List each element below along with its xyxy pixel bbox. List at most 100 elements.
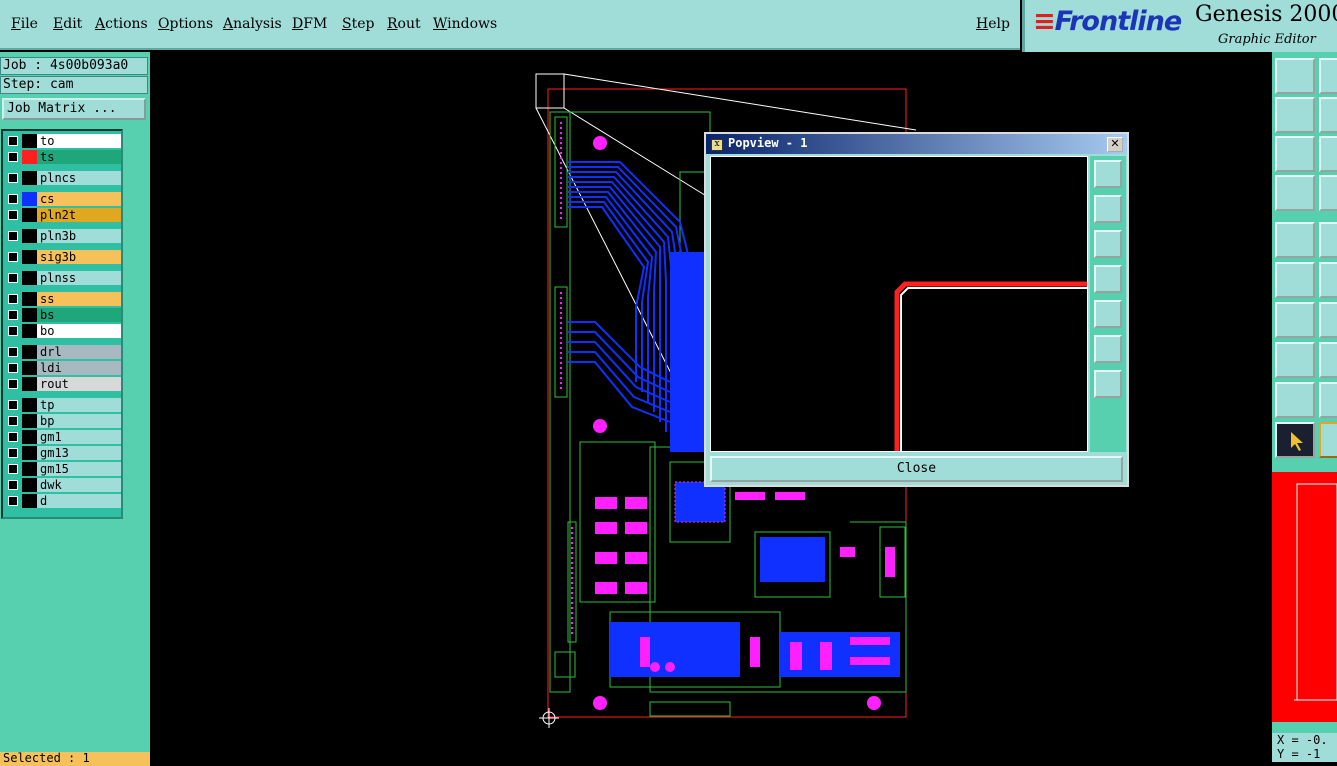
layer-row-tp[interactable]: tp — [5, 398, 121, 412]
menu-file[interactable]: File — [11, 16, 38, 32]
layer-row-bo[interactable]: bo — [5, 324, 121, 338]
add-line-tool-icon[interactable] — [1319, 222, 1337, 258]
layer-checkbox[interactable] — [8, 231, 18, 241]
layer-color-swatch — [22, 208, 37, 222]
pan-left-tool-icon[interactable] — [1275, 97, 1315, 133]
layer-checkbox[interactable] — [8, 326, 18, 336]
zoom-fit-tool-icon[interactable] — [1275, 136, 1315, 172]
layer-checkbox[interactable] — [8, 152, 18, 162]
layer-row-rout[interactable]: rout — [5, 377, 121, 391]
layer-row-plnss[interactable]: plnss — [5, 271, 121, 285]
layer-checkbox[interactable] — [8, 310, 18, 320]
layer-row-bs[interactable]: bs — [5, 308, 121, 322]
layer-checkbox[interactable] — [8, 294, 18, 304]
pan-left-icon[interactable] — [1094, 265, 1122, 293]
layer-checkbox[interactable] — [8, 273, 18, 283]
polygon-tool-icon[interactable] — [1319, 382, 1337, 418]
brand-header: ≡Frontline Genesis 2000 Graphic Editor — [1022, 0, 1337, 52]
popview-titlebar[interactable]: x Popview - 1 ✕ — [706, 134, 1127, 154]
popview-close-button[interactable]: Close — [710, 456, 1123, 482]
layer-checkbox[interactable] — [8, 464, 18, 474]
layer-checkbox[interactable] — [8, 210, 18, 220]
menu-actions[interactable]: Actions — [95, 16, 148, 32]
popview-canvas[interactable] — [710, 156, 1088, 452]
pan-down-icon[interactable] — [1094, 230, 1122, 258]
layer-checkbox[interactable] — [8, 400, 18, 410]
menu-edit[interactable]: Edit — [53, 16, 82, 32]
select-box-icon[interactable] — [1319, 422, 1337, 458]
layer-row-dwk[interactable]: dwk — [5, 478, 121, 492]
pan-right-tool-icon[interactable] — [1319, 97, 1337, 133]
connect-pads-tool-icon[interactable] — [1275, 262, 1315, 298]
triangle-tool-icon[interactable] — [1275, 382, 1315, 418]
layer-row-pln2t[interactable]: pln2t — [5, 208, 121, 222]
close-icon[interactable]: ✕ — [1107, 137, 1123, 152]
layer-checkbox[interactable] — [8, 416, 18, 426]
menu-windows[interactable]: Windows — [433, 16, 497, 32]
zoom-out-icon[interactable] — [1094, 370, 1122, 398]
layer-row-plncs[interactable]: plncs — [5, 171, 121, 185]
layer-row-gm15[interactable]: gm15 — [5, 462, 121, 476]
angle-tool-icon[interactable] — [1275, 302, 1315, 338]
layer-checkbox[interactable] — [8, 194, 18, 204]
layer-row-gm1[interactable]: gm1 — [5, 430, 121, 444]
layer-name: to — [37, 134, 121, 148]
layer-row-ss[interactable]: ss — [5, 292, 121, 306]
layer-row-d[interactable]: d — [5, 494, 121, 508]
popview-window: x Popview - 1 ✕ Close — [704, 132, 1129, 487]
pad-tool-icon[interactable] — [1275, 342, 1315, 378]
job-matrix-button[interactable]: Job Matrix ... — [2, 98, 146, 120]
layer-checkbox[interactable] — [8, 379, 18, 389]
layer-checkbox[interactable] — [8, 448, 18, 458]
snap-tool-icon[interactable] — [1275, 222, 1315, 258]
line-tool-icon[interactable] — [1319, 342, 1337, 378]
step-label: Step: cam — [0, 76, 148, 94]
arc-tool-icon[interactable] — [1319, 302, 1337, 338]
layer-checkbox[interactable] — [8, 432, 18, 442]
layer-row-cs[interactable]: cs — [5, 192, 121, 206]
layer-name: bs — [37, 308, 121, 322]
layer-checkbox[interactable] — [8, 347, 18, 357]
layer-checkbox[interactable] — [8, 173, 18, 183]
layer-row-drl[interactable]: drl — [5, 345, 121, 359]
layer-row-bp[interactable]: bp — [5, 414, 121, 428]
select-arrow-icon[interactable] — [1275, 422, 1315, 458]
layer-checkbox[interactable] — [8, 363, 18, 373]
layer-color-swatch — [22, 414, 37, 428]
pan-up-tool-icon[interactable] — [1275, 58, 1315, 94]
grid-tool-icon[interactable] — [1319, 175, 1337, 211]
pan-up-alt-tool-icon[interactable] — [1319, 58, 1337, 94]
overview-map[interactable] — [1272, 472, 1337, 722]
layer-name: bo — [37, 324, 121, 338]
menu-rout[interactable]: Rout — [387, 16, 421, 32]
menu-analysis[interactable]: Analysis — [223, 16, 282, 32]
pan-up-icon[interactable] — [1094, 195, 1122, 223]
layer-name: ldi — [37, 361, 121, 375]
zoom-in-icon[interactable] — [1094, 335, 1122, 363]
layer-name: rout — [37, 377, 121, 391]
menu-help[interactable]: Help — [976, 16, 1010, 32]
cut-tool-icon[interactable] — [1319, 262, 1337, 298]
pan-right-icon[interactable] — [1094, 300, 1122, 328]
layer-checkbox[interactable] — [8, 480, 18, 490]
layer-row-ldi[interactable]: ldi — [5, 361, 121, 375]
zoom-home-icon[interactable] — [1094, 160, 1122, 188]
layer-row-sig3b[interactable]: sig3b — [5, 250, 121, 264]
layer-color-swatch — [22, 462, 37, 476]
zoom-window-tool-icon[interactable] — [1319, 136, 1337, 172]
menu-dfm[interactable]: DFM — [292, 16, 327, 32]
layer-row-gm13[interactable]: gm13 — [5, 446, 121, 460]
menu-options[interactable]: Options — [158, 16, 213, 32]
measure-tool-icon[interactable] — [1275, 175, 1315, 211]
layer-color-swatch — [22, 250, 37, 264]
layer-checkbox[interactable] — [8, 136, 18, 146]
menu-step[interactable]: Step — [342, 16, 374, 32]
layer-checkbox[interactable] — [8, 252, 18, 262]
layer-row-ts[interactable]: ts — [5, 150, 121, 164]
layer-row-pln3b[interactable]: pln3b — [5, 229, 121, 243]
cursor-coordinates: X = -0. Y = -1 — [1272, 733, 1337, 762]
layer-name: pln3b — [37, 229, 121, 243]
layer-checkbox[interactable] — [8, 496, 18, 506]
layer-row-to[interactable]: to — [5, 134, 121, 148]
layer-color-swatch — [22, 398, 37, 412]
